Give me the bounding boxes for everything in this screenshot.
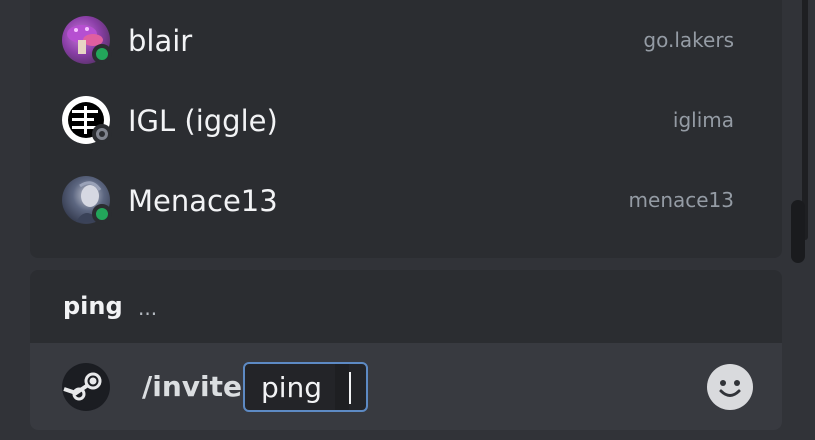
online-status-icon	[92, 204, 112, 224]
option-field-label: ping	[261, 371, 323, 404]
emoji-icon[interactable]	[707, 364, 753, 410]
member-username: go.lakers	[643, 28, 734, 52]
command-input-bar: /invite ping	[30, 343, 782, 430]
command-option-field[interactable]: ping	[243, 362, 368, 412]
chat-scrollbar-thumb[interactable]	[791, 200, 805, 263]
member-row-menace13[interactable]: Menace13 menace13	[30, 168, 770, 228]
steam-icon	[62, 363, 110, 411]
member-row-igl[interactable]: IGL (iggle) iglima	[30, 88, 770, 148]
slash-command-panel: ping ... /invite ping	[30, 270, 782, 430]
current-option-name: ping	[63, 292, 123, 320]
chat-window: blair go.lakers IGL (iggle) iglima Menac…	[0, 0, 815, 440]
command-name: /invite	[142, 370, 242, 403]
text-caret	[349, 372, 351, 404]
steam-logo-icon	[63, 364, 109, 410]
option-ellipsis: ...	[138, 296, 158, 320]
member-row-blair[interactable]: blair go.lakers	[30, 8, 770, 68]
option-value-area[interactable]	[335, 364, 349, 410]
member-username: iglima	[672, 108, 734, 132]
offline-status-icon	[92, 124, 112, 144]
member-username: menace13	[628, 188, 734, 212]
command-option-header: ping ...	[30, 270, 782, 343]
smiley-face-icon	[708, 365, 752, 409]
member-display-name: blair	[128, 24, 193, 58]
member-display-name: IGL (iggle)	[128, 104, 278, 138]
online-status-icon	[92, 44, 112, 64]
member-display-name: Menace13	[128, 184, 278, 218]
